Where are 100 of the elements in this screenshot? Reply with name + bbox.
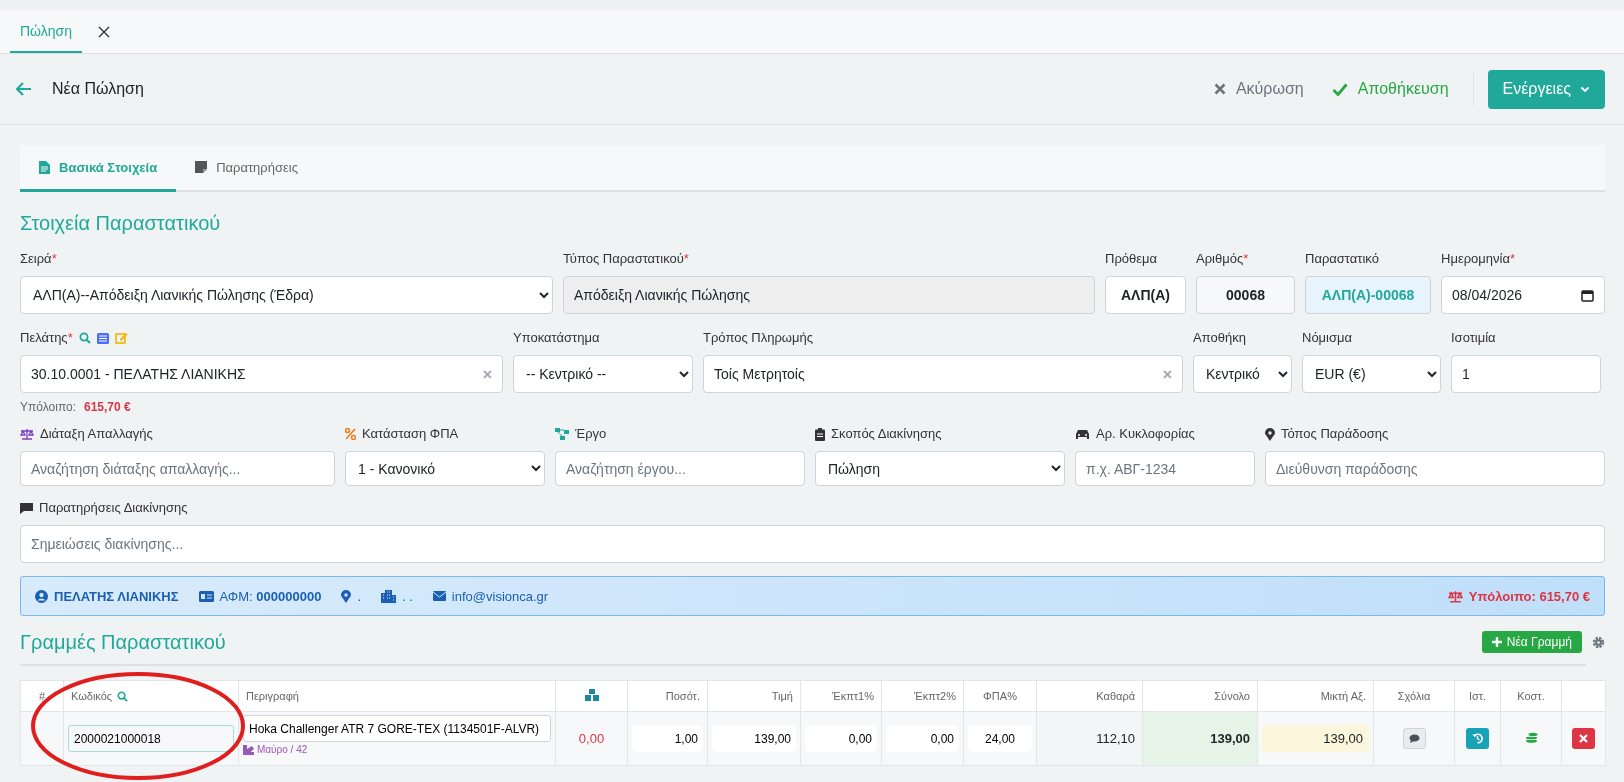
field-label: Τόπος Παράδοσης: [1281, 426, 1389, 442]
column-header: Ιστ.: [1468, 690, 1487, 702]
input-field[interactable]: Αναζήτηση διάταξης απαλλαγής...: [20, 451, 335, 486]
envelope-icon: [432, 591, 446, 601]
discount-field[interactable]: 0,00: [886, 725, 959, 752]
balance-label: Υπόλοιπο:: [20, 400, 76, 414]
field-label: Πρόθεμα: [1105, 251, 1159, 267]
combo-field[interactable]: Τοίς Μετρητοίς: [703, 355, 1183, 393]
comment-icon: [20, 502, 33, 514]
boxes-icon: [584, 689, 599, 701]
building-icon: [381, 589, 396, 603]
prefix-field[interactable]: ΑΛΠ(Α): [1105, 276, 1186, 314]
settings-icon[interactable]: [1592, 635, 1605, 649]
car-icon: [1075, 428, 1090, 440]
coins-icon[interactable]: [1524, 731, 1538, 743]
field-label: Ημερομηνία*: [1441, 251, 1516, 267]
note-icon: [195, 161, 208, 173]
location-pin-icon: [341, 589, 352, 603]
balance-text: Υπόλοιπο: 615,70 €: [1468, 588, 1590, 604]
column-header: Σύνολο: [1214, 690, 1250, 702]
input-field[interactable]: π.χ. ΑΒΓ-1234: [1075, 451, 1255, 486]
field-label: Τρόπος Πληρωμής: [703, 330, 813, 346]
plus-icon: [1491, 637, 1502, 647]
select-field[interactable]: Πώληση: [815, 451, 1065, 486]
edit-icon[interactable]: [114, 332, 128, 344]
select-field[interactable]: Κεντρικό: [1193, 355, 1292, 393]
percent-icon: [345, 428, 356, 440]
section-title: Στοιχεία Παραστατικού: [20, 212, 222, 235]
field-label: Σκοπός Διακίνησης: [831, 426, 942, 442]
location-pin-icon: [1265, 427, 1275, 441]
column-header: Ποσότ.: [665, 690, 700, 702]
input-field[interactable]: Αναζήτηση έργου...: [555, 451, 805, 486]
number-field[interactable]: 00068: [1196, 276, 1295, 314]
column-header: Έκπτ1%: [832, 690, 874, 702]
column-header: Κωδικός: [71, 690, 113, 702]
scale-icon: [20, 428, 34, 440]
field-label: Ισοτιμία: [1451, 330, 1496, 346]
tax-id: ΑΦΜ: 000000000: [219, 588, 322, 604]
field-label: Αριθμός*: [1196, 251, 1250, 267]
combo-field[interactable]: 30.10.0001 - ΠΕΛΑΤΗΣ ΛΙΑΝΙΚΗΣ: [20, 355, 503, 393]
delete-button[interactable]: [1572, 728, 1595, 749]
city-text: . .: [402, 588, 413, 604]
gross-value: 139,00: [1262, 725, 1369, 752]
email-text: info@visionca.gr: [451, 588, 549, 604]
readonly-field[interactable]: Απόδειξη Λιανικής Πώλησης: [563, 276, 1095, 314]
close-icon[interactable]: [98, 25, 110, 38]
clear-icon[interactable]: [1163, 369, 1172, 379]
back-arrow-icon[interactable]: [16, 82, 32, 96]
net-value: 112,10: [1096, 731, 1135, 746]
field-label: Παραστατικό: [1305, 251, 1380, 267]
user-circle-icon: [35, 589, 48, 603]
column-header: Κοστ.: [1517, 690, 1545, 702]
column-header: Τιμή: [771, 690, 793, 702]
id-card-icon: [198, 590, 214, 602]
date-field[interactable]: 08/04/2026: [1441, 276, 1605, 314]
history-button[interactable]: [1466, 728, 1489, 749]
remarks-field[interactable]: Σημειώσεις διακίνησης...: [20, 525, 1605, 563]
select-field[interactable]: 1 - Κανονικό: [345, 451, 545, 486]
content-tab[interactable]: Παρατηρήσεις: [176, 145, 317, 192]
input-field[interactable]: 1: [1451, 355, 1601, 393]
address-text: .: [357, 588, 361, 604]
vat-field[interactable]: 24,00: [968, 725, 1032, 752]
variant-text: Μαύρο / 42: [257, 744, 308, 755]
field-label: Υποκατάστημα: [513, 330, 600, 346]
select-field[interactable]: ΑΛΠ(Α)--Απόδειξη Λιανικής Πώλησης (Έδρα): [20, 276, 553, 314]
field-label: Τύπος Παραστατικού*: [563, 251, 690, 267]
stock-value: 0,00: [578, 731, 605, 746]
column-header: ΦΠΑ%: [983, 690, 1017, 702]
field-label: Πελάτης*: [20, 330, 73, 346]
input-field[interactable]: Διεύθυνση παράδοσης: [1265, 451, 1605, 486]
total-value: 139,00: [1210, 731, 1250, 746]
description-field[interactable]: Hoka Challenger ATR 7 GORE-TEX (1134501F-ALVR): [243, 715, 551, 742]
search-icon[interactable]: [78, 332, 91, 344]
calendar-icon[interactable]: [1581, 288, 1594, 302]
field-label: Κατάσταση ΦΠΑ: [362, 426, 459, 442]
price-field[interactable]: 139,00: [712, 725, 796, 752]
select-field[interactable]: -- Κεντρικό --: [513, 355, 693, 393]
cancel-button[interactable]: Ακύρωση: [1199, 74, 1318, 104]
search-icon[interactable]: [117, 690, 129, 702]
diagram-icon: [555, 428, 569, 440]
scale-icon: [1447, 589, 1463, 603]
clear-icon[interactable]: [483, 369, 492, 379]
comment-button[interactable]: [1402, 728, 1426, 749]
close-icon: [1213, 83, 1226, 95]
page-title: Νέα Πώληση: [52, 80, 144, 98]
field-label: Νόμισμα: [1302, 330, 1353, 346]
column-header: Μικτή Αξ.: [1320, 690, 1366, 702]
select-field[interactable]: EUR (€): [1302, 355, 1441, 393]
code-field[interactable]: 2000021000018: [68, 725, 234, 752]
document-icon: [39, 160, 50, 174]
close-icon: [1579, 734, 1588, 743]
list-icon[interactable]: [96, 332, 109, 344]
column-header: #: [38, 690, 46, 702]
caret-icon: [1580, 85, 1590, 93]
discount-field[interactable]: 0,00: [805, 725, 877, 752]
balance-value: 615,70 €: [84, 400, 131, 414]
field-label: Παρατηρήσεις Διακίνησης: [39, 500, 188, 516]
customer-name: ΠΕΛΑΤΗΣ ΛΙΑΝΙΚΗΣ: [54, 588, 179, 604]
quantity-field[interactable]: 1,00: [632, 725, 703, 752]
field-label: Διάταξη Απαλλαγής: [40, 426, 153, 442]
